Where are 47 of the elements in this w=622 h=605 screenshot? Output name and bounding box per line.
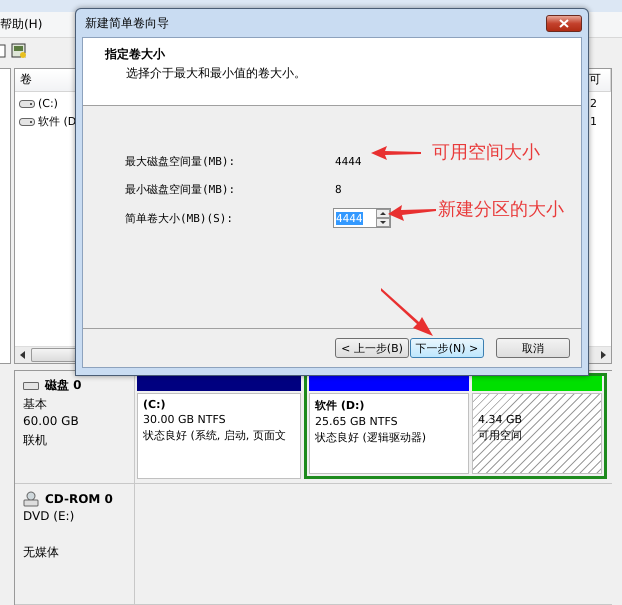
partition-name: 软件 (D:) bbox=[315, 398, 366, 413]
annotation-label: 新建分区的大小 bbox=[438, 198, 564, 221]
partition-size: 4.34 GB bbox=[478, 412, 524, 426]
volume-name: (C:) bbox=[38, 97, 58, 110]
disk-type: 基本 bbox=[23, 396, 48, 413]
volume-row[interactable]: (C:) bbox=[15, 97, 585, 110]
disk-name: 磁盘 0 bbox=[45, 377, 82, 394]
wizard-button[interactable]: < 上一步(B) bbox=[335, 338, 409, 358]
page-subtitle: 选择介于最大和最小值的卷大小。 bbox=[125, 65, 307, 82]
close-button[interactable] bbox=[546, 14, 582, 32]
annotation-arrow bbox=[371, 146, 421, 160]
table-cell-text: 2 bbox=[589, 97, 598, 110]
disk-status: 联机 bbox=[23, 432, 48, 449]
field-value: 8 bbox=[335, 182, 343, 196]
partition-name: (C:) bbox=[143, 398, 167, 411]
close-icon bbox=[559, 18, 569, 28]
disk-type: DVD (E:) bbox=[23, 508, 76, 525]
wizard-button[interactable]: 取消 bbox=[496, 338, 570, 358]
field-label: 简单卷大小(MB)(S): bbox=[125, 210, 234, 226]
partition-status: 可用空间 bbox=[478, 428, 523, 443]
partition-size: 25.65 GB NTFS bbox=[315, 414, 399, 428]
partition-block[interactable]: 软件 (D:) 25.65 GB NTFS 状态良好 (逻辑驱动器) bbox=[309, 392, 469, 474]
partition-status: 状态良好 (逻辑驱动器) bbox=[315, 430, 428, 445]
menu-item[interactable]: 帮助(H) bbox=[0, 16, 48, 34]
table-cell-text: 1 bbox=[589, 115, 598, 128]
partition-size: 30.00 GB NTFS bbox=[143, 412, 227, 426]
disk-label[interactable]: CD-ROM 0 DVD (E:) 无媒体 bbox=[15, 484, 135, 604]
field-label: 最小磁盘空间量(MB): bbox=[125, 182, 236, 196]
disk-status: 无媒体 bbox=[23, 544, 60, 561]
annotation-label: 可用空间大小 bbox=[432, 141, 540, 164]
partition-status: 状态良好 (系统, 启动, 页面文 bbox=[143, 428, 287, 443]
partition-block[interactable]: 4.34 GB 可用空间 bbox=[472, 392, 602, 474]
page-title: 指定卷大小 bbox=[105, 46, 166, 63]
drive-icon bbox=[19, 98, 35, 109]
annotation-arrow bbox=[381, 288, 433, 336]
spin-arrows-icon[interactable] bbox=[376, 209, 390, 227]
dialog-title: 新建简单卷向导 bbox=[85, 14, 169, 32]
cd-drive-icon bbox=[23, 490, 39, 507]
partition-block[interactable]: (C:) 30.00 GB NTFS 状态良好 (系统, 启动, 页面文 bbox=[137, 392, 301, 479]
field-label: 最大磁盘空间量(MB): bbox=[125, 154, 236, 168]
annotation-arrow bbox=[388, 203, 436, 221]
toolbar-icon[interactable] bbox=[11, 43, 27, 60]
field-value: 4444 bbox=[335, 154, 362, 168]
wizard-button[interactable]: 下一步(N) > bbox=[410, 338, 484, 358]
disk-name: CD-ROM 0 bbox=[45, 492, 113, 506]
drive-icon bbox=[19, 116, 35, 127]
disk-size: 60.00 GB bbox=[23, 414, 80, 430]
